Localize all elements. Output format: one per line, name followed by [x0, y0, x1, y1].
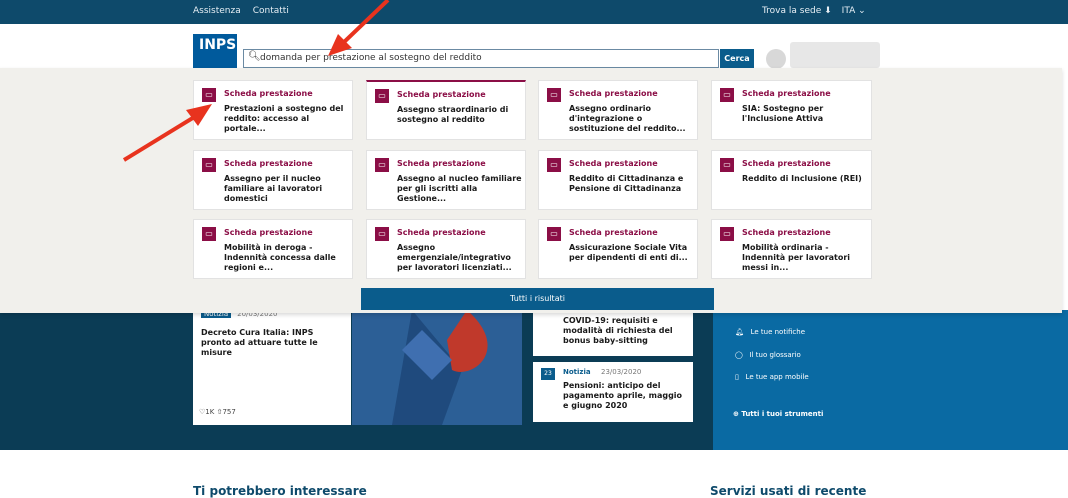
annotation-arrows: [122, 0, 390, 162]
